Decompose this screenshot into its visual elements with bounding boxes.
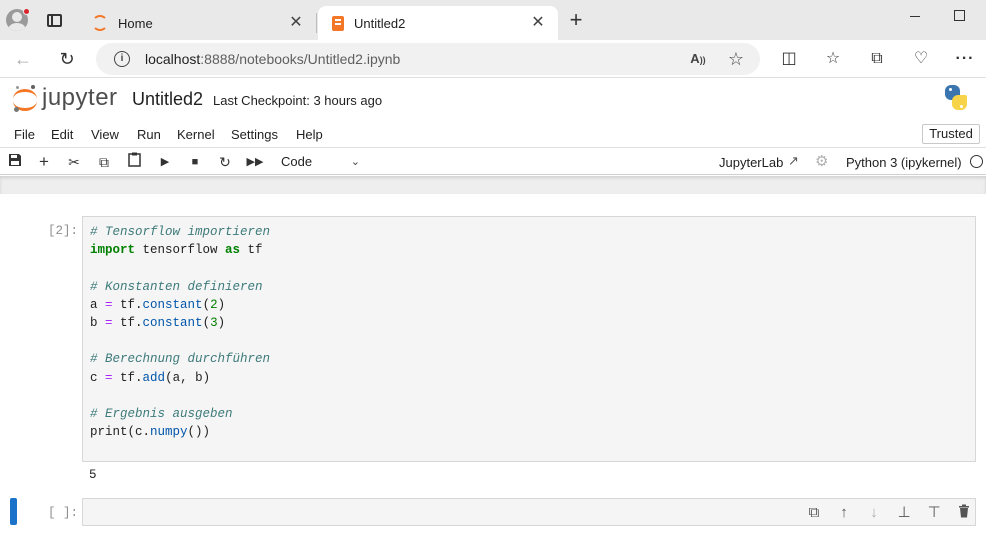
duplicate-cell-icon[interactable]: ⧉ [805, 504, 823, 522]
trusted-indicator[interactable]: Trusted [922, 124, 980, 144]
notebook-icon [332, 15, 344, 31]
more-options-icon[interactable]: ··· [954, 48, 976, 70]
performance-heart-icon[interactable]: ♡ [910, 48, 932, 70]
profile-notification-dot [23, 8, 30, 15]
jupyter-header: jupyter Untitled2 Last Checkpoint: 3 hou… [0, 79, 986, 121]
menu-edit[interactable]: Edit [51, 127, 73, 142]
empty-code-cell[interactable]: ⧉ ↑ ↓ ⊥ ⊤ [82, 498, 976, 526]
copy-icon[interactable]: ⧉ [94, 152, 114, 172]
chevron-down-icon: ⌄ [350, 156, 360, 168]
close-icon[interactable]: ✕ [530, 15, 546, 31]
address-bar[interactable]: i localhost:8888/notebooks/Untitled2.ipy… [96, 43, 760, 75]
menu-settings[interactable]: Settings [231, 127, 278, 142]
code-line: # Tensorflow importieren [90, 225, 271, 239]
notebook-top-shadow [0, 176, 986, 194]
move-up-arrow-icon[interactable]: ↑ [835, 504, 853, 522]
insert-cell-plus-icon[interactable]: + [34, 152, 54, 172]
notebook-toolbar: + ✂ ⧉ ▶ ■ ↻ ▶▶ Code ⌄ JupyterLab ↗ ⚙ Pyt… [0, 147, 986, 175]
external-link-icon[interactable]: ↗ [788, 153, 799, 169]
cut-scissors-icon[interactable]: ✂ [64, 152, 84, 172]
run-play-icon[interactable]: ▶ [155, 152, 175, 172]
jupyter-logo-text[interactable]: jupyter [42, 84, 118, 112]
cell-output: 5 [89, 468, 97, 482]
stop-square-icon[interactable]: ■ [185, 152, 205, 172]
paste-clipboard-icon[interactable] [124, 152, 144, 172]
restart-kernel-icon[interactable]: ↻ [215, 152, 235, 172]
python-logo-icon [943, 85, 969, 111]
split-screen-icon[interactable]: ◫ [778, 48, 800, 70]
url-host: localhost [145, 51, 201, 67]
last-checkpoint: Last Checkpoint: 3 hours ago [213, 93, 383, 108]
reload-icon[interactable]: ↻ [56, 48, 78, 70]
code-cell-input[interactable]: # Tensorflow importieren import tensorfl… [82, 216, 976, 462]
tab-separator [316, 13, 317, 33]
kernel-status-idle-icon [970, 155, 983, 168]
url-path: :8888/notebooks/Untitled2.ipynb [200, 51, 401, 67]
menu-help[interactable]: Help [296, 127, 323, 142]
jupyter-icon [92, 15, 108, 31]
open-jupyterlab-link[interactable]: JupyterLab [719, 155, 783, 170]
menu-kernel[interactable]: Kernel [177, 127, 215, 142]
url-text[interactable]: localhost:8888/notebooks/Untitled2.ipynb [145, 51, 400, 67]
tab-home[interactable]: Home ✕ [80, 6, 316, 40]
code-line: # Konstanten definieren [90, 279, 263, 294]
tab-home-title: Home [118, 15, 153, 31]
cell-prompt: [2]: [48, 224, 79, 238]
favorites-icon[interactable]: ☆ [822, 48, 844, 70]
browser-tab-strip: Home ✕ Untitled2 ✕ + [0, 0, 986, 40]
new-tab-button[interactable]: + [566, 9, 586, 31]
tab-untitled2[interactable]: Untitled2 ✕ [318, 6, 558, 40]
menu-file[interactable]: File [14, 127, 35, 142]
tab-untitled2-title: Untitled2 [354, 15, 406, 31]
menubar: File Edit View Run Kernel Settings Help … [0, 121, 986, 147]
collections-icon[interactable]: ⧉ [866, 48, 888, 70]
move-down-arrow-icon[interactable]: ↓ [865, 504, 883, 522]
code-line: # Berechnung durchführen [90, 352, 271, 367]
minimize-window-button[interactable] [900, 5, 930, 25]
maximize-window-button[interactable] [944, 5, 974, 25]
kernel-gear-icon: ⚙ [815, 153, 829, 170]
cell-type-value: Code [281, 154, 313, 169]
kernel-name[interactable]: Python 3 (ipykernel) [846, 155, 962, 170]
site-info-icon[interactable]: i [114, 51, 130, 67]
insert-below-icon[interactable]: ⊥ [895, 504, 913, 522]
empty-cell-prompt: [ ]: [48, 506, 79, 520]
restart-run-all-fast-forward-icon[interactable]: ▶▶ [245, 152, 265, 172]
notebook-title[interactable]: Untitled2 [132, 89, 203, 110]
back-arrow-icon[interactable]: ← [12, 48, 34, 70]
menu-run[interactable]: Run [137, 127, 161, 142]
delete-trash-icon[interactable] [955, 504, 973, 522]
code-line: # Ergebnis ausgeben [90, 407, 233, 422]
close-icon[interactable]: ✕ [288, 15, 304, 31]
jupyter-logo-icon[interactable] [12, 85, 38, 113]
save-icon[interactable] [5, 152, 25, 172]
read-aloud-icon[interactable]: A)) [688, 49, 708, 69]
cell-type-select[interactable]: Code ⌄ [272, 151, 366, 173]
menu-view[interactable]: View [91, 127, 119, 142]
insert-above-icon[interactable]: ⊤ [925, 504, 943, 522]
add-favorite-star-icon[interactable]: ☆ [726, 49, 746, 69]
code-editor[interactable]: # Tensorflow importieren import tensorfl… [90, 223, 270, 441]
address-toolbar: ← ↻ i localhost:8888/notebooks/Untitled2… [0, 40, 986, 78]
cell-selection-indicator [10, 498, 17, 525]
tab-actions-icon[interactable] [47, 14, 62, 27]
